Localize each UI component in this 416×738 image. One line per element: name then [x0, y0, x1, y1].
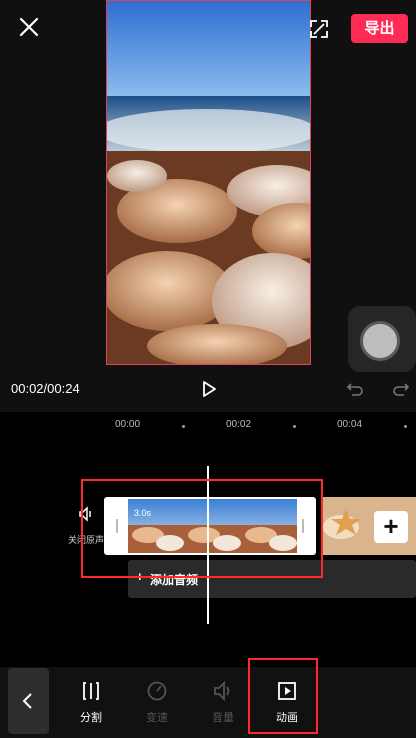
volume-icon	[214, 680, 230, 702]
playback-time: 00:02/00:24	[11, 381, 80, 396]
highlight-box-clip	[81, 479, 323, 578]
highlight-box-animation	[248, 658, 318, 734]
tool-split[interactable]: 分割	[66, 680, 116, 725]
video-preview[interactable]	[106, 0, 311, 365]
split-icon	[83, 682, 99, 700]
tool-volume[interactable]: 音量	[198, 680, 248, 725]
fullscreen-icon	[310, 20, 328, 38]
add-clip-button[interactable]: +	[374, 511, 408, 543]
ruler-label: 00:00	[115, 419, 141, 430]
redo-button[interactable]	[392, 380, 410, 398]
ruler-label: 00:02	[226, 419, 252, 430]
close-button[interactable]	[16, 14, 42, 40]
record-icon	[360, 321, 400, 361]
ruler-tick	[404, 425, 407, 428]
play-button[interactable]	[199, 379, 219, 399]
tool-label: 变速	[146, 712, 168, 724]
speed-icon	[147, 681, 167, 701]
undo-button[interactable]	[346, 380, 364, 398]
record-button[interactable]	[348, 306, 416, 372]
play-icon	[203, 381, 216, 397]
close-icon	[19, 17, 39, 37]
tool-label: 音量	[212, 712, 234, 724]
ruler-tick	[293, 425, 296, 428]
undo-icon	[346, 383, 363, 396]
chevron-left-icon	[22, 693, 32, 709]
ruler-label: 00:04	[337, 419, 363, 430]
redo-icon	[393, 383, 410, 396]
tool-speed[interactable]: 变速	[132, 680, 182, 725]
ruler-tick	[182, 425, 185, 428]
tool-label: 分割	[80, 712, 102, 724]
preview-image	[107, 1, 310, 364]
back-button[interactable]	[8, 668, 49, 734]
export-button[interactable]: 导出	[351, 14, 408, 43]
fullscreen-button[interactable]	[308, 18, 330, 40]
